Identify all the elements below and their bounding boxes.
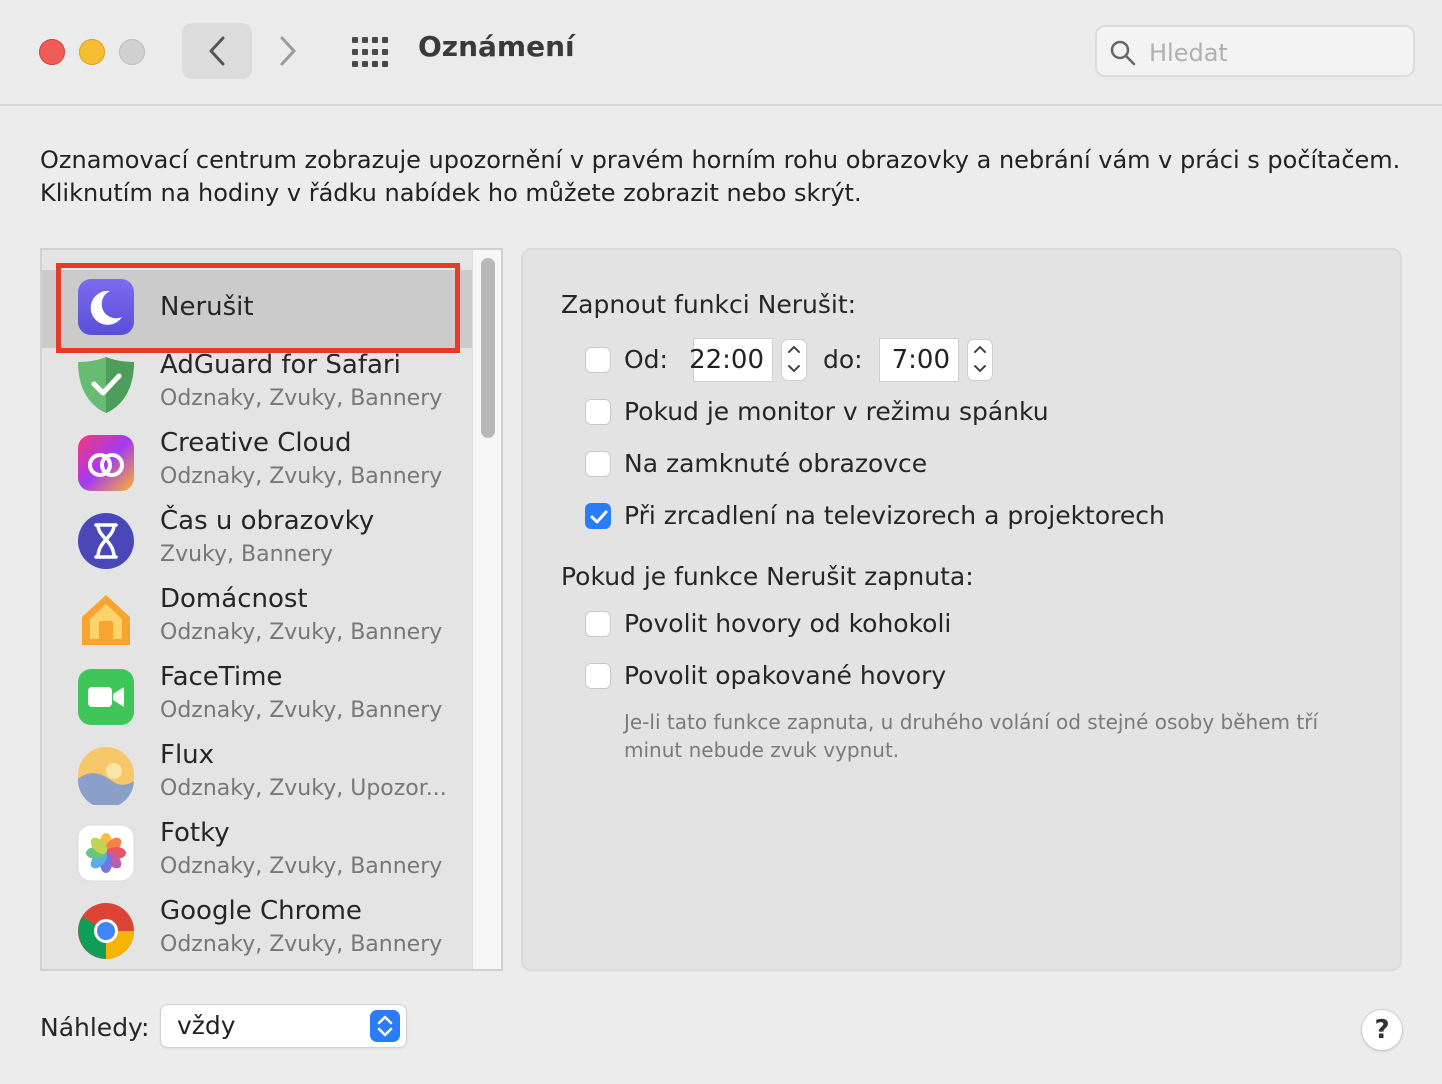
app-name: Creative Cloud bbox=[160, 428, 352, 458]
checkmark-icon bbox=[590, 510, 608, 524]
creative-cloud-icon bbox=[78, 435, 134, 491]
close-window-button[interactable] bbox=[39, 39, 65, 65]
app-subtitle: Odznaky, Zvuky, Bannery bbox=[160, 464, 443, 489]
from-time-checkbox[interactable] bbox=[585, 347, 611, 373]
app-name: Flux bbox=[160, 740, 215, 770]
repeated-calls-checkbox[interactable] bbox=[585, 663, 611, 689]
app-subtitle: Odznaky, Zvuky, Bannery bbox=[160, 386, 443, 411]
app-name: Google Chrome bbox=[160, 896, 362, 926]
minimize-window-button[interactable] bbox=[79, 39, 105, 65]
monitor-sleep-label: Pokud je monitor v režimu spánku bbox=[624, 397, 1049, 426]
mirroring-checkbox[interactable] bbox=[585, 503, 611, 529]
lock-screen-checkbox[interactable] bbox=[585, 451, 611, 477]
previews-label: Náhledy: bbox=[40, 1013, 150, 1042]
facetime-icon bbox=[78, 669, 134, 725]
app-list[interactable]: Nerušit AdGuard for Safari Odznaky, Zvuk… bbox=[40, 248, 503, 971]
app-list-item-creative-cloud[interactable]: Creative Cloud Odznaky, Zvuky, Bannery bbox=[42, 426, 474, 504]
app-list-scrollbar[interactable] bbox=[472, 250, 501, 969]
select-arrows-icon bbox=[370, 1010, 400, 1042]
help-button[interactable]: ? bbox=[1361, 1009, 1403, 1051]
repeated-calls-label: Povolit opakované hovory bbox=[624, 661, 947, 690]
chevron-up-icon bbox=[974, 345, 986, 353]
adguard-icon bbox=[78, 357, 134, 413]
window-title: Oznámení bbox=[418, 30, 575, 63]
back-button[interactable] bbox=[182, 23, 252, 79]
from-time-stepper[interactable] bbox=[781, 339, 807, 381]
app-subtitle: Odznaky, Zvuky, Bannery bbox=[160, 932, 443, 957]
flux-icon bbox=[77, 747, 134, 805]
app-name: Čas u obrazovky bbox=[160, 506, 375, 536]
zoom-window-button[interactable] bbox=[119, 39, 145, 65]
home-icon bbox=[82, 595, 130, 645]
app-subtitle: Zvuky, Bannery bbox=[160, 542, 334, 567]
show-all-grid-icon[interactable] bbox=[352, 37, 390, 67]
from-label: Od: bbox=[624, 345, 668, 374]
app-list-item-facetime[interactable]: FaceTime Odznaky, Zvuky, Bannery bbox=[42, 660, 474, 738]
chevron-right-icon bbox=[280, 36, 296, 66]
to-time-field[interactable]: 7:00 bbox=[879, 338, 959, 382]
to-time-stepper[interactable] bbox=[967, 339, 993, 381]
chevron-up-icon bbox=[788, 345, 800, 353]
search-field[interactable] bbox=[1095, 25, 1415, 77]
from-time-field[interactable]: 22:00 bbox=[689, 338, 773, 382]
previews-select[interactable]: vždy bbox=[160, 1004, 407, 1048]
title-bar: Oznámení bbox=[0, 0, 1442, 106]
search-icon bbox=[1110, 40, 1136, 66]
when-on-heading: Pokud je funkce Nerušit zapnuta: bbox=[561, 562, 974, 591]
scrollbar-thumb[interactable] bbox=[481, 258, 495, 438]
app-list-item-chrome[interactable]: Google Chrome Odznaky, Zvuky, Bannery bbox=[42, 894, 474, 969]
app-name: AdGuard for Safari bbox=[160, 350, 401, 380]
to-label: do: bbox=[823, 345, 863, 374]
description-text: Oznamovací centrum zobrazuje upozornění … bbox=[40, 146, 1401, 207]
repeated-calls-note: Je-li tato funkce zapnuta, u druhého vol… bbox=[624, 710, 1318, 762]
app-subtitle: Odznaky, Zvuky, Bannery bbox=[160, 698, 443, 723]
photos-icon bbox=[77, 824, 135, 882]
app-list-item-photos[interactable]: Fotky Odznaky, Zvuky, Bannery bbox=[42, 816, 474, 894]
allow-calls-checkbox[interactable] bbox=[585, 611, 611, 637]
search-input[interactable] bbox=[1147, 37, 1401, 69]
chevron-left-icon bbox=[209, 36, 225, 66]
app-list-item-home[interactable]: Domácnost Odznaky, Zvuky, Bannery bbox=[42, 582, 474, 660]
app-subtitle: Odznaky, Zvuky, Upozor... bbox=[160, 776, 447, 801]
app-subtitle: Odznaky, Zvuky, Bannery bbox=[160, 620, 443, 645]
monitor-sleep-checkbox[interactable] bbox=[585, 399, 611, 425]
hourglass-icon bbox=[78, 513, 134, 569]
app-list-item-screen-time[interactable]: Čas u obrazovky Zvuky, Bannery bbox=[42, 504, 474, 582]
dnd-heading: Zapnout funkci Nerušit: bbox=[561, 290, 857, 319]
lock-screen-label: Na zamknuté obrazovce bbox=[624, 449, 928, 478]
app-list-item-adguard[interactable]: AdGuard for Safari Odznaky, Zvuky, Banne… bbox=[42, 348, 474, 426]
app-list-item-flux[interactable]: Flux Odznaky, Zvuky, Upozor... bbox=[42, 738, 474, 816]
previews-value: vždy bbox=[177, 1011, 236, 1040]
chevron-down-icon bbox=[974, 365, 986, 373]
mirroring-label: Při zrcadlení na televizorech a projekto… bbox=[624, 501, 1165, 530]
moon-icon bbox=[78, 279, 134, 335]
app-subtitle: Odznaky, Zvuky, Bannery bbox=[160, 854, 443, 879]
allow-calls-label: Povolit hovory od kohokoli bbox=[624, 609, 952, 638]
chrome-icon bbox=[78, 903, 134, 959]
app-name: Nerušit bbox=[160, 292, 254, 322]
forward-button[interactable] bbox=[262, 23, 314, 79]
app-list-item-nerusit[interactable]: Nerušit bbox=[42, 270, 474, 348]
app-name: FaceTime bbox=[160, 662, 283, 692]
chevron-down-icon bbox=[788, 365, 800, 373]
app-name: Fotky bbox=[160, 818, 230, 848]
app-name: Domácnost bbox=[160, 584, 308, 614]
